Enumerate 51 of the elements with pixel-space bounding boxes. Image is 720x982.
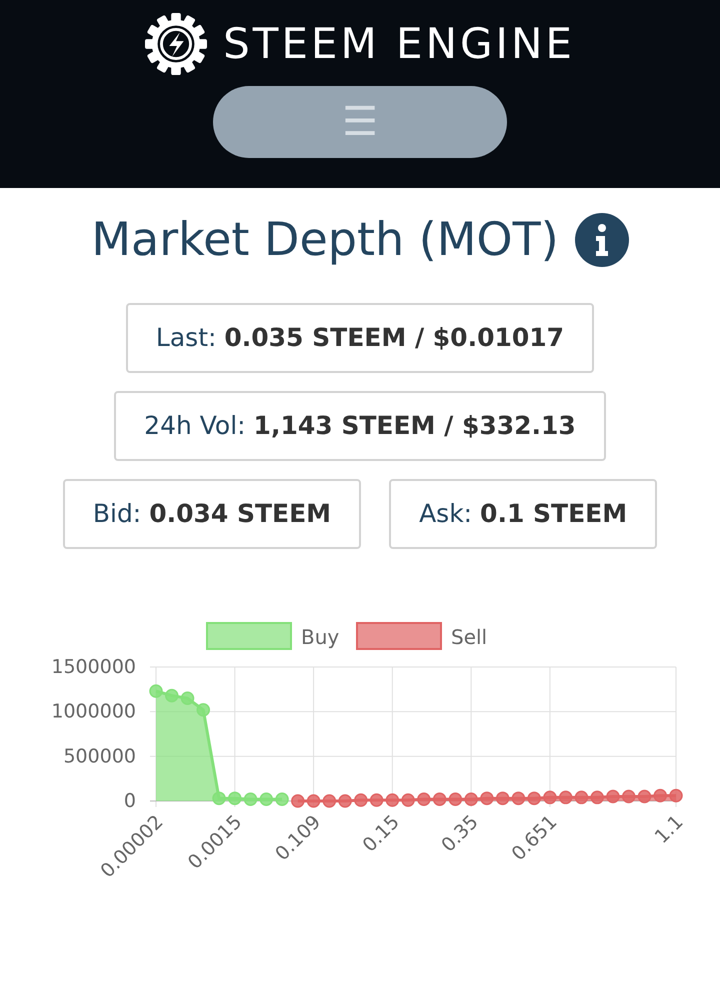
point xyxy=(386,794,400,808)
point xyxy=(574,790,588,804)
info-icon[interactable] xyxy=(574,212,629,267)
point xyxy=(322,794,336,808)
point xyxy=(228,792,242,806)
legend-label[interactable]: Sell xyxy=(451,625,488,650)
point xyxy=(306,794,320,808)
stat-box: Ask: 0.1 STEEM xyxy=(389,479,658,550)
point xyxy=(149,684,163,698)
point xyxy=(165,689,179,703)
y-axis-label: 1000000 xyxy=(51,700,136,723)
point xyxy=(669,789,683,803)
point xyxy=(196,703,210,717)
point xyxy=(464,792,478,806)
point xyxy=(432,792,446,806)
legend-swatch[interactable] xyxy=(206,622,292,650)
gear-logo-icon xyxy=(145,13,208,75)
point xyxy=(496,792,510,806)
point xyxy=(512,792,526,806)
point xyxy=(370,794,384,808)
point xyxy=(291,794,305,808)
point xyxy=(401,794,415,808)
point xyxy=(417,792,431,806)
point xyxy=(653,789,667,803)
point xyxy=(212,792,226,806)
point xyxy=(558,790,572,804)
point xyxy=(543,790,557,804)
point xyxy=(244,792,258,806)
point xyxy=(622,790,636,804)
y-axis-label: 500000 xyxy=(63,746,136,768)
point xyxy=(354,794,368,808)
legend-swatch[interactable] xyxy=(356,622,442,650)
y-axis-label: 0 xyxy=(124,790,136,812)
x-axis-label: 1.1 xyxy=(650,811,688,848)
point xyxy=(480,792,494,806)
legend-label[interactable]: Buy xyxy=(301,625,340,650)
point xyxy=(275,792,289,806)
stat-box: Last: 0.035 STEEM / $0.01017 xyxy=(126,303,594,374)
point xyxy=(590,790,604,804)
stat-box: Bid: 0.034 STEEM xyxy=(62,479,362,550)
point xyxy=(260,792,274,806)
point xyxy=(527,792,541,806)
page-title: Market Depth (MOT) xyxy=(91,212,559,268)
point xyxy=(180,692,194,706)
point xyxy=(338,794,352,808)
point xyxy=(448,792,462,806)
y-axis-label: 1500000 xyxy=(51,656,136,678)
point xyxy=(606,790,620,804)
logo-text: STEEM ENGINE xyxy=(223,18,575,70)
point xyxy=(638,790,652,804)
stat-box: 24h Vol: 1,143 STEEM / $332.13 xyxy=(114,391,606,462)
